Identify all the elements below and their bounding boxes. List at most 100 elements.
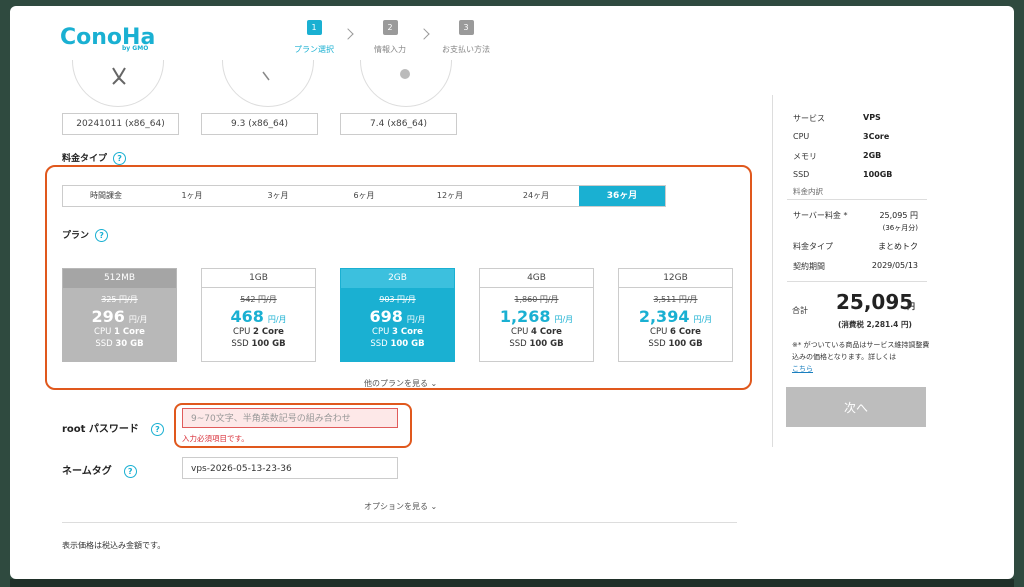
- summary-value: (36ヶ月分): [882, 224, 918, 232]
- plan-price-value: 296: [91, 307, 125, 326]
- ssd-value: 100 GB: [251, 339, 286, 349]
- ssd-value: 100 GB: [529, 339, 564, 349]
- plan-label: プラン?: [62, 228, 109, 242]
- tab-hourly[interactable]: 時間課金: [63, 186, 149, 206]
- summary-value: 2029/05/13: [871, 261, 918, 270]
- help-icon[interactable]: ?: [123, 464, 137, 478]
- conoha-logo[interactable]: ConoHa by GMO: [60, 22, 160, 56]
- plan-old-price: 325 円/月: [101, 295, 138, 304]
- plan-name: 12GB: [619, 269, 732, 288]
- window-shadow: [10, 579, 1014, 587]
- plan-old-price: 542 円/月: [240, 295, 277, 304]
- plan-name: 512MB: [63, 269, 176, 288]
- ssd-label: SSD: [95, 339, 113, 349]
- more-plans-link[interactable]: 他のプランを見る ⌄: [364, 378, 437, 389]
- tax-note: 表示価格は税込み金額です。: [62, 541, 166, 550]
- cpu-value: 3 Core: [392, 327, 423, 337]
- divider: [62, 522, 737, 523]
- os-version-label[interactable]: 20241011 (x86_64): [62, 113, 179, 135]
- step-number: 2: [382, 20, 398, 35]
- total-yen: 円: [907, 302, 915, 311]
- cpu-label: CPU: [372, 327, 390, 337]
- step-plan-select: 1 プラン選択: [276, 20, 352, 55]
- summary-value: 25,095 円: [879, 211, 918, 220]
- cpu-value: 4 Core: [531, 327, 562, 337]
- tab-12-months[interactable]: 12ヶ月: [407, 186, 493, 206]
- root-password-error: 入力必須項目です。: [182, 434, 249, 443]
- help-icon[interactable]: ?: [95, 229, 109, 242]
- ssd-value: 100 GB: [390, 339, 425, 349]
- summary-note-text: ※* がついている商品はサービス維持調整費込みの価格となります。詳しくは: [792, 341, 930, 361]
- cpu-value: 1 Core: [114, 327, 145, 337]
- summary-key: サービス: [793, 114, 825, 123]
- help-icon[interactable]: ?: [150, 422, 164, 436]
- root-password-input[interactable]: 9~70文字、半角英数記号の組み合わせ: [182, 408, 398, 428]
- plan-card-512mb[interactable]: 512MB 325 円/月 296 円/月 CPU 1 Core SSD 30 GB: [62, 268, 177, 362]
- plan-price: 1,268 円/月: [480, 307, 593, 326]
- plan-cpu: CPU 6 Core: [619, 326, 732, 338]
- cpu-label: CPU: [233, 327, 251, 337]
- details-link[interactable]: こちら: [792, 365, 813, 373]
- plan-price-value: 698: [369, 307, 403, 326]
- browser-window: ConoHa by GMO 1 プラン選択 2 情報入力 3 お支払い方法 20…: [10, 6, 1014, 579]
- step-label: プラン選択: [294, 45, 334, 54]
- tab-6-months[interactable]: 6ヶ月: [321, 186, 407, 206]
- plan-price-unit: 円/月: [554, 315, 574, 324]
- options-toggle[interactable]: オプションを見る ⌄: [364, 501, 437, 512]
- tab-24-months[interactable]: 24ヶ月: [493, 186, 579, 206]
- ssd-label: SSD: [648, 339, 666, 349]
- next-button[interactable]: 次へ: [786, 387, 926, 427]
- summary-key: CPU: [793, 132, 810, 141]
- options-text: オプションを見る: [364, 502, 428, 511]
- plan-name: 4GB: [480, 269, 593, 288]
- step-number: 3: [458, 20, 474, 35]
- pricing-type-label-text: 料金タイプ: [62, 154, 108, 164]
- os-version-label[interactable]: 7.4 (x86_64): [340, 113, 457, 135]
- help-icon[interactable]: ?: [113, 152, 127, 165]
- plan-ssd: SSD 100 GB: [480, 338, 593, 350]
- plan-name: 2GB: [341, 269, 454, 288]
- name-tag-label-text: ネームタグ: [62, 466, 112, 477]
- step-label: お支払い方法: [442, 45, 490, 54]
- plan-price-value: 1,268: [499, 307, 551, 326]
- plan-card-12gb[interactable]: 12GB 3,511 円/月 2,394 円/月 CPU 6 Core SSD 100 G…: [618, 268, 733, 362]
- os-option-icon[interactable]: [72, 60, 164, 107]
- plan-price: 2,394 円/月: [619, 307, 732, 326]
- tab-3-months[interactable]: 3ヶ月: [235, 186, 321, 206]
- plan-price-unit: 円/月: [693, 315, 713, 324]
- os-option-icon[interactable]: [222, 60, 314, 107]
- divider: [787, 199, 927, 200]
- plan-price-unit: 円/月: [128, 315, 148, 324]
- total-value: 25,095: [836, 290, 914, 314]
- tab-1-month[interactable]: 1ヶ月: [149, 186, 235, 206]
- summary-key: メモリ: [793, 152, 817, 161]
- tab-36-months[interactable]: 36ヶ月: [579, 186, 665, 206]
- cpu-label: CPU: [650, 327, 668, 337]
- plan-old-price: 3,511 円/月: [653, 295, 698, 304]
- os-option-icon[interactable]: [360, 60, 452, 107]
- plan-card-2gb[interactable]: 2GB 903 円/月 698 円/月 CPU 3 Core SSD 100 GB: [340, 268, 455, 362]
- more-plans-text: 他のプランを見る: [364, 379, 428, 388]
- name-tag-input[interactable]: vps-2026-05-13-23-36: [182, 457, 398, 479]
- summary-value: 100GB: [863, 170, 893, 179]
- plan-price-value: 2,394: [638, 307, 690, 326]
- root-password-placeholder: 9~70文字、半角英数記号の組み合わせ: [191, 414, 351, 424]
- total-label: 合計: [792, 306, 808, 315]
- step-info-input: 2 情報入力: [352, 20, 428, 55]
- plan-price: 296 円/月: [63, 307, 176, 326]
- summary-value: まとめトク: [878, 242, 918, 251]
- summary-value: VPS: [863, 113, 881, 122]
- ssd-label: SSD: [370, 339, 388, 349]
- logo-sub-text: by GMO: [122, 45, 148, 52]
- progress-steps: 1 プラン選択 2 情報入力 3 お支払い方法: [276, 20, 504, 55]
- plan-price-value: 468: [230, 307, 264, 326]
- pricing-type-tabs: 時間課金 1ヶ月 3ヶ月 6ヶ月 12ヶ月 24ヶ月 36ヶ月: [62, 185, 666, 207]
- plan-card-1gb[interactable]: 1GB 542 円/月 468 円/月 CPU 2 Core SSD 100 GB: [201, 268, 316, 362]
- plan-price: 468 円/月: [202, 307, 315, 326]
- plan-cpu: CPU 3 Core: [341, 326, 454, 338]
- plan-name: 1GB: [202, 269, 315, 288]
- os-version-label[interactable]: 9.3 (x86_64): [201, 113, 318, 135]
- plan-card-4gb[interactable]: 4GB 1,860 円/月 1,268 円/月 CPU 4 Core SSD 100 GB: [479, 268, 594, 362]
- step-number: 1: [306, 20, 322, 35]
- summary-key: サーバー料金 *: [793, 211, 848, 220]
